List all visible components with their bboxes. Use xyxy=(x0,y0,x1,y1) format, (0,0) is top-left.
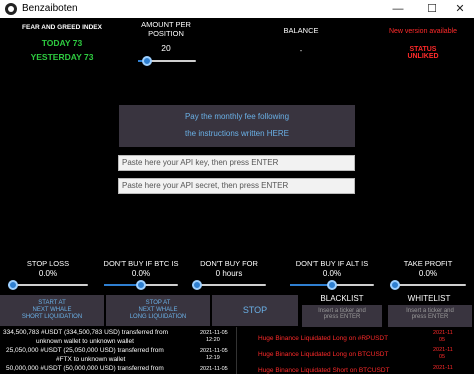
blacklist-title: BLACKLIST xyxy=(320,294,364,303)
amount-per-position-value: 20 xyxy=(161,43,171,53)
window-title: Benzaiboten xyxy=(22,3,78,14)
amount-per-position-slider[interactable] xyxy=(138,56,196,66)
dont-buy-if-alt-slider[interactable] xyxy=(290,280,374,290)
fear-greed-yesterday: YESTERDAY 73 xyxy=(30,52,94,62)
whitelist-input[interactable]: Insert a ticker and press ENTER xyxy=(388,305,472,327)
dont-buy-for-value: 0 hours xyxy=(215,269,243,278)
new-version-notice[interactable]: New version available xyxy=(378,28,468,35)
fear-greed-today: TODAY 73 xyxy=(41,38,83,48)
take-profit-slider[interactable] xyxy=(390,280,466,290)
stop-loss-slider[interactable] xyxy=(8,280,88,290)
stop-at-whale-long-button[interactable]: STOP AT NEXT WHALE LONG LIQUIDATION xyxy=(106,295,210,326)
blacklist-input[interactable]: Insert a ticker and press ENTER xyxy=(302,305,382,327)
dont-buy-if-btc-slider[interactable] xyxy=(104,280,178,290)
close-button[interactable]: ✕ xyxy=(446,1,474,17)
monthly-fee-button[interactable]: Pay the monthly fee following the instru… xyxy=(119,105,355,147)
dont-buy-if-alt-label: DON'T BUY IF ALT IS xyxy=(295,259,369,268)
stop-loss-label: STOP LOSS xyxy=(26,259,70,268)
status-indicator: STATUS UNLIKED xyxy=(407,46,439,60)
slider-knob[interactable] xyxy=(8,280,18,290)
dont-buy-if-btc-value: 0.0% xyxy=(131,269,151,278)
fear-greed-title: FEAR AND GREED INDEX xyxy=(22,24,102,31)
dont-buy-if-btc-label: DON'T BUY IF BTC IS xyxy=(103,259,179,268)
api-secret-input[interactable]: Paste here your API secret, then press E… xyxy=(118,178,355,194)
maximize-button[interactable]: ☐ xyxy=(418,1,446,17)
minimize-button[interactable]: — xyxy=(384,1,412,17)
amount-per-position-label: AMOUNT PER POSITION xyxy=(141,20,191,38)
dont-buy-if-alt-value: 0.0% xyxy=(322,269,342,278)
whitelist-title: WHITELIST xyxy=(407,294,451,303)
app-icon xyxy=(5,3,17,15)
slider-knob[interactable] xyxy=(142,56,152,66)
window-titlebar: Benzaiboten — ☐ ✕ xyxy=(0,0,474,18)
balance-label: BALANCE xyxy=(283,26,319,35)
slider-knob[interactable] xyxy=(136,280,146,290)
slider-knob[interactable] xyxy=(327,280,337,290)
start-at-whale-short-button[interactable]: START AT NEXT WHALE SHORT LIQUIDATION xyxy=(0,295,104,326)
activity-feed[interactable]: 334,500,783 #USDT (334,500,783 USD) tran… xyxy=(0,327,474,374)
dont-buy-for-slider[interactable] xyxy=(192,280,266,290)
api-key-input[interactable]: Paste here your API key, then press ENTE… xyxy=(118,155,355,171)
slider-knob[interactable] xyxy=(192,280,202,290)
slider-knob[interactable] xyxy=(390,280,400,290)
take-profit-label: TAKE PROFIT xyxy=(403,259,453,268)
balance-value: - xyxy=(299,46,303,55)
dont-buy-for-label: DON'T BUY FOR xyxy=(200,259,258,268)
take-profit-value: 0.0% xyxy=(418,269,438,278)
stop-button[interactable]: STOP xyxy=(212,295,298,326)
stop-loss-value: 0.0% xyxy=(38,269,58,278)
